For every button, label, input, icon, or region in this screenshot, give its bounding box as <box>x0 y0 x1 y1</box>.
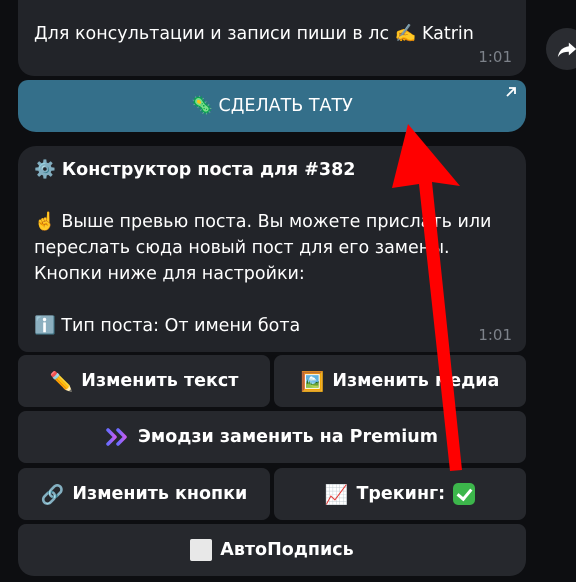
make-tattoo-button[interactable]: 🦠 СДЕЛАТЬ ТАТУ <box>18 80 526 132</box>
message-time: 1:01 <box>478 48 512 66</box>
message-bubble-contact: Для консультации и записи пиши в лс ✍️ K… <box>18 0 526 76</box>
edit-text-button[interactable]: ✏️ Изменить текст <box>18 355 270 407</box>
pencil-icon: ✏️ <box>49 370 74 393</box>
chat-view: Для консультации и записи пиши в лс ✍️ K… <box>0 0 576 582</box>
check-mark-icon <box>453 483 476 505</box>
message-time: 1:01 <box>478 326 512 344</box>
chart-increasing-icon: 📈 <box>324 483 349 506</box>
edit-buttons-button[interactable]: 🔗 Изменить кнопки <box>18 468 270 520</box>
arrow-up-right-icon <box>506 87 516 97</box>
make-tattoo-label: 🦠 СДЕЛАТЬ ТАТУ <box>191 96 353 116</box>
edit-media-button[interactable]: 🖼️ Изменить медиа <box>274 355 526 407</box>
message-text: Для консультации и записи пиши в лс ✍️ K… <box>34 24 474 44</box>
message-line: ☝️ Выше превью поста. Вы можете прислать… <box>34 212 492 232</box>
share-icon <box>557 42 576 58</box>
edit-buttons-label: Изменить кнопки <box>72 484 248 504</box>
edit-media-label: Изменить медиа <box>332 371 500 391</box>
emoji-premium-button[interactable]: Эмодзи заменить на Premium <box>18 411 526 463</box>
tracking-button[interactable]: 📈 Трекинг: <box>274 468 526 520</box>
emoji-premium-label: Эмодзи заменить на Premium <box>138 427 438 447</box>
autosign-button[interactable]: АвтоПодпись <box>18 524 526 576</box>
message-bubble-post-constructor: ⚙️ Конструктор поста для #382 ☝️ Выше пр… <box>18 146 526 352</box>
message-line: переслать сюда новый пост для его замены… <box>34 238 450 258</box>
post-type-line: ℹ️ Тип поста: От имени бота <box>34 316 301 336</box>
edit-text-label: Изменить текст <box>81 371 239 391</box>
white-square-icon <box>190 539 213 561</box>
framed-picture-icon: 🖼️ <box>300 370 325 393</box>
message-line: Кнопки ниже для настройки: <box>34 264 305 284</box>
autosign-label: АвтоПодпись <box>220 540 354 560</box>
forward-button[interactable] <box>546 28 576 70</box>
link-icon: 🔗 <box>40 483 65 506</box>
tracking-label: Трекинг: <box>356 484 446 504</box>
post-constructor-title: ⚙️ Конструктор поста для #382 <box>34 160 356 180</box>
premium-chevrons-icon <box>106 428 127 446</box>
